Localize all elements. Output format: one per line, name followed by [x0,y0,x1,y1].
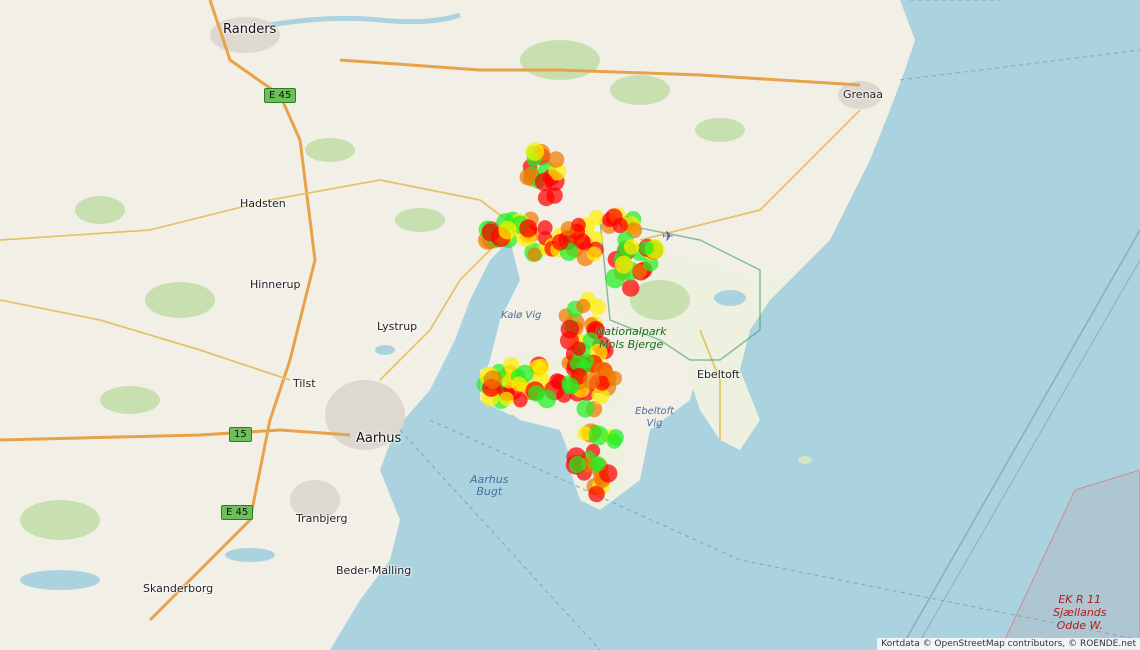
observation-marker[interactable] [562,377,580,395]
place-label-tranbjerg: Tranbjerg [296,512,348,525]
observation-marker[interactable] [586,246,602,262]
observation-marker[interactable] [576,399,595,418]
place-label-grenaa: Grenaa [843,88,884,101]
observation-marker[interactable] [519,219,538,238]
observation-marker[interactable] [571,341,586,356]
lake [20,570,100,590]
water-label-line: Bugt [476,485,503,498]
observation-marker[interactable] [588,425,609,446]
observation-marker[interactable] [513,393,528,408]
observation-marker[interactable] [623,239,640,255]
place-label-tilst: Tilst [293,377,316,390]
observation-marker[interactable] [580,353,595,369]
airport-icon: ✈ [662,229,674,245]
restricted-line: Odde W. [1056,619,1103,632]
observation-marker[interactable] [527,247,542,262]
water-label-ebeltoft-vig: Ebeltoft Vig [635,406,674,430]
water-label-line: Vig [646,418,663,429]
lake [225,548,275,562]
observation-marker[interactable] [537,189,555,207]
place-label-randers: Randers [223,22,277,37]
road-shield-e45-north: E 45 [264,88,297,103]
place-label-beder-malling: Beder-Malling [336,564,412,577]
observation-marker[interactable] [532,358,550,376]
observation-marker[interactable] [519,168,537,186]
place-label-hadsten: Hadsten [240,197,286,210]
observation-marker[interactable] [568,455,587,474]
observation-marker[interactable] [551,233,569,251]
observation-marker[interactable] [614,255,633,274]
observation-marker[interactable] [588,209,605,226]
road-shield-e45-south: E 45 [221,505,254,520]
observation-marker[interactable] [606,434,622,449]
restricted-line: EK R 11 [1058,593,1102,606]
island [798,456,812,464]
observation-marker[interactable] [588,485,605,503]
lake [375,345,395,355]
lake [714,290,746,306]
observation-marker[interactable] [481,223,500,242]
restricted-line: Sjællands [1053,606,1107,619]
park-label-line: Mols Bjerge [599,338,664,351]
observation-marker[interactable] [534,172,554,192]
observation-marker[interactable] [528,385,545,402]
place-label-aarhus: Aarhus [356,431,402,446]
observation-marker[interactable] [590,456,606,472]
place-label-lystrup: Lystrup [377,320,418,333]
observation-marker[interactable] [582,372,600,390]
map-attribution[interactable]: Kortdata © OpenStreetMap contributors, ©… [877,638,1140,650]
park-label-mols-bjerge: Nationalpark Mols Bjerge [596,325,666,351]
park-label-line: Nationalpark [596,325,667,338]
place-label-hinnerup: Hinnerup [250,278,301,291]
restricted-area-label: EK R 11 Sjællands Odde W. [1053,593,1107,632]
observation-marker[interactable] [511,376,527,392]
observation-marker[interactable] [498,220,517,240]
observation-marker[interactable] [607,371,623,386]
place-label-skanderborg: Skanderborg [143,582,214,595]
observation-marker[interactable] [605,208,623,226]
observation-marker[interactable] [639,240,654,255]
observation-marker[interactable] [483,370,503,390]
observation-marker[interactable] [525,142,545,161]
observation-marker[interactable] [622,279,640,297]
observation-marker[interactable] [576,298,591,314]
observation-marker[interactable] [547,151,565,168]
place-label-ebeltoft: Ebeltoft [697,368,740,381]
map-canvas[interactable]: ✈ [0,0,1140,650]
water-label-kalo-vig: Kalø Vig [501,310,542,321]
observation-marker[interactable] [499,391,514,407]
observation-marker[interactable] [571,217,586,233]
water-label-aarhus-bugt: Aarhus Bugt [470,474,508,498]
observation-marker[interactable] [537,220,553,236]
road-shield-15: 15 [229,427,252,442]
water-label-line: Ebeltoft [635,406,675,417]
